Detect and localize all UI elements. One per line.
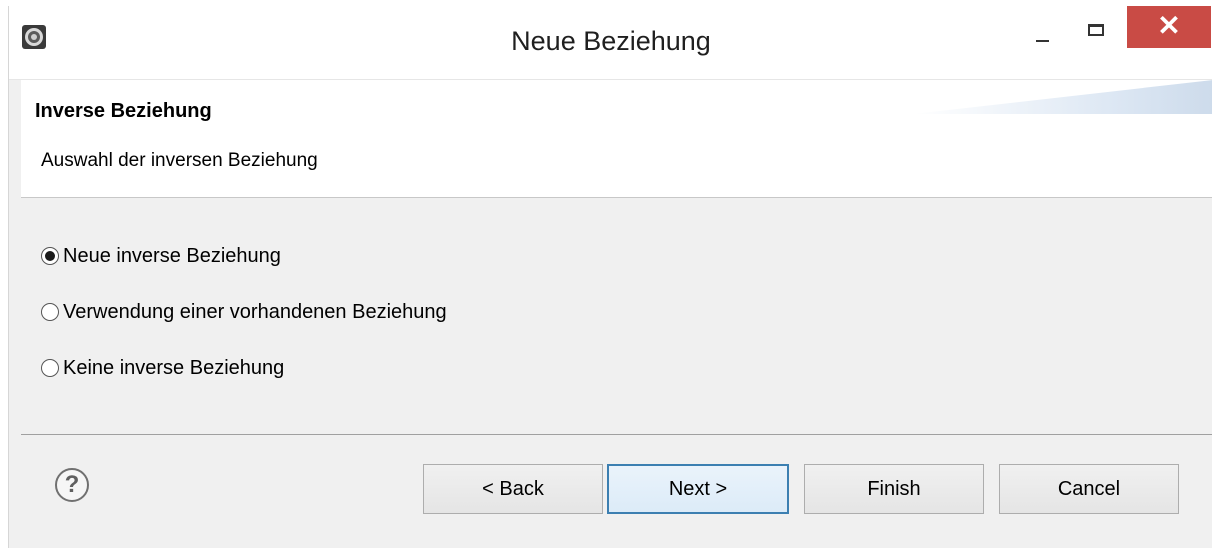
radio-button[interactable]	[41, 303, 59, 321]
radio-label: Keine inverse Beziehung	[63, 356, 285, 379]
help-icon[interactable]: ?	[55, 468, 89, 502]
cancel-button[interactable]: Cancel	[999, 464, 1179, 514]
footer-divider	[21, 434, 1212, 435]
next-button[interactable]: Next >	[607, 464, 789, 514]
inverse-relation-options: Neue inverse Beziehung Verwendung einer …	[21, 198, 1212, 434]
radio-label: Verwendung einer vorhandenen Beziehung	[63, 300, 447, 323]
radio-label: Neue inverse Beziehung	[63, 244, 281, 267]
radio-option-new-inverse[interactable]: Neue inverse Beziehung	[41, 242, 281, 270]
wizard-header: Inverse Beziehung Auswahl der inversen B…	[21, 80, 1212, 198]
page-description: Auswahl der inversen Beziehung	[41, 150, 318, 171]
radio-button[interactable]	[41, 359, 59, 377]
back-button[interactable]: < Back	[423, 464, 603, 514]
radio-button-selected[interactable]	[41, 247, 59, 265]
title-bar[interactable]: Neue Beziehung ✕	[9, 6, 1212, 80]
maximize-button[interactable]	[1073, 6, 1121, 50]
close-button[interactable]: ✕	[1127, 6, 1211, 48]
finish-button[interactable]: Finish	[804, 464, 984, 514]
radio-option-no-inverse[interactable]: Keine inverse Beziehung	[41, 354, 284, 382]
page-title: Inverse Beziehung	[35, 100, 212, 122]
dialog-window: Neue Beziehung ✕ Inverse Beziehung Auswa…	[8, 6, 1212, 548]
radio-option-existing-relation[interactable]: Verwendung einer vorhandenen Beziehung	[41, 298, 447, 326]
banner-decoration	[913, 80, 1212, 114]
minimize-button[interactable]	[1019, 6, 1065, 50]
